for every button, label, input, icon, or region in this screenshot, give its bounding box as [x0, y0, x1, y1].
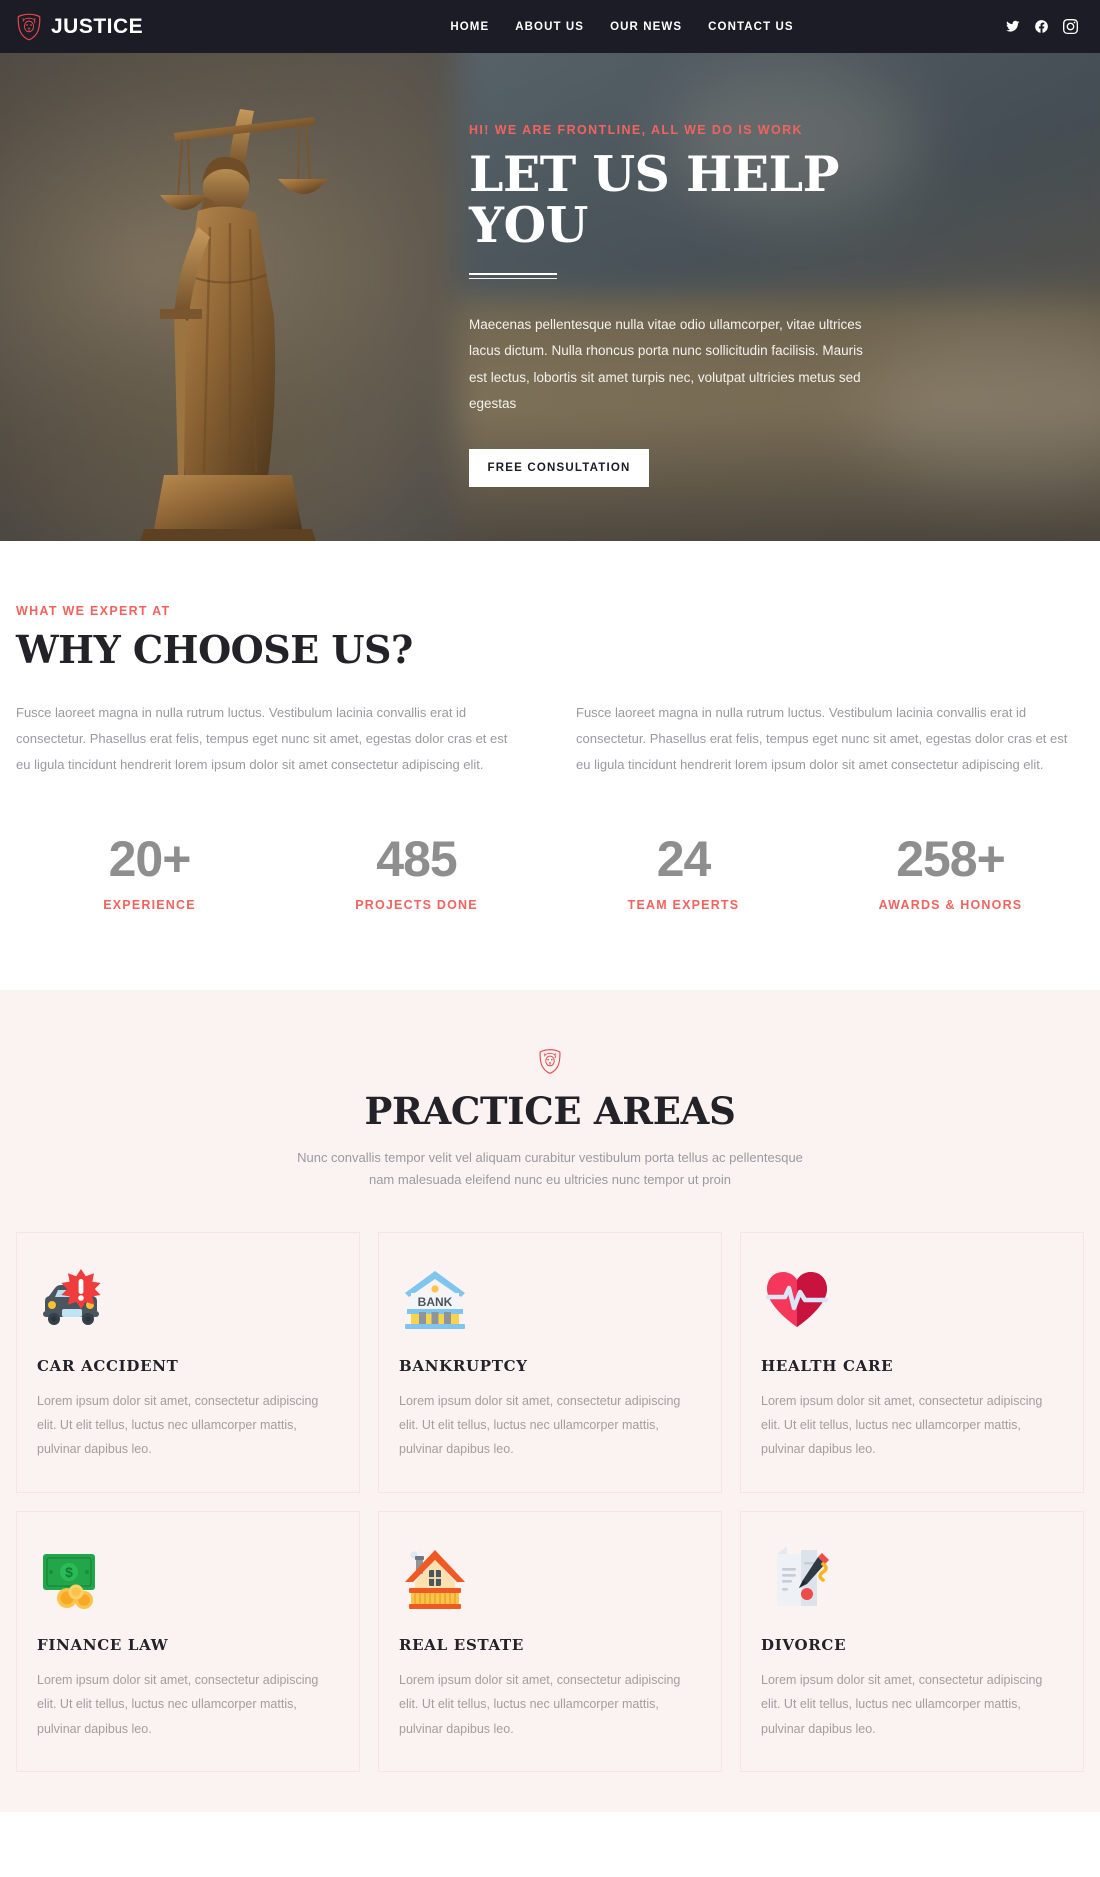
- hero-paragraph: Maecenas pellentesque nulla vitae odio u…: [469, 317, 863, 412]
- stat-team-experts: 24 TEAM EXPERTS: [550, 834, 817, 912]
- why-columns: Fusce laoreet magna in nulla rutrum luct…: [16, 700, 1084, 778]
- stat-label: AWARDS & HONORS: [878, 898, 1023, 912]
- stats-row: 20+ EXPERIENCE 485 PROJECTS DONE 24 TEAM…: [0, 778, 1100, 990]
- stat-experience: 20+ EXPERIENCE: [16, 834, 283, 912]
- brand-logo[interactable]: JUSTICE: [16, 13, 276, 41]
- practice-card-bankruptcy[interactable]: BANK BANKRUPTCY Lorem ipsum dolor sit am…: [378, 1231, 722, 1493]
- hero-content: HI! WE ARE FRONTLINE, ALL WE DO IS WORK …: [469, 53, 899, 541]
- why-title: WHY CHOOSE US?: [16, 627, 413, 672]
- car-accident-icon: [43, 1268, 101, 1325]
- practice-card-title: FINANCE LAW: [37, 1635, 169, 1654]
- practice-cards-grid: CAR ACCIDENT Lorem ipsum dolor sit amet,…: [16, 1231, 1084, 1772]
- brand-name: JUSTICE: [51, 14, 144, 38]
- practice-card-text: Lorem ipsum dolor sit amet, consectetur …: [37, 1393, 319, 1457]
- practice-card-title: CAR ACCIDENT: [37, 1356, 179, 1375]
- twitter-icon[interactable]: [1005, 19, 1020, 34]
- stat-label: TEAM EXPERTS: [627, 898, 740, 912]
- practice-card-title: HEALTH CARE: [761, 1356, 894, 1375]
- nav-item-about-us[interactable]: ABOUT US: [515, 21, 584, 33]
- house-icon: [405, 1549, 465, 1609]
- stat-number: 24: [656, 831, 712, 887]
- stat-number: 20+: [108, 831, 192, 887]
- hero-divider: [469, 272, 557, 280]
- bank-building-icon: BANK: [405, 1270, 465, 1329]
- lion-shield-icon: [17, 13, 41, 40]
- svg-text:$: $: [65, 1564, 73, 1580]
- facebook-icon[interactable]: [1034, 19, 1049, 34]
- stat-awards-honors: 258+ AWARDS & HONORS: [817, 834, 1084, 912]
- page-root: JUSTICE HOME ABOUT US OUR NEWS CONTACT U…: [0, 0, 1100, 1812]
- nav-links: HOME ABOUT US OUR NEWS CONTACT US: [440, 21, 793, 33]
- hero-kicker: HI! WE ARE FRONTLINE, ALL WE DO IS WORK: [469, 122, 803, 137]
- practice-card-title: DIVORCE: [761, 1635, 847, 1654]
- signed-document-icon: [777, 1545, 829, 1606]
- stat-number: 258+: [896, 831, 1006, 887]
- stat-number: 485: [376, 831, 457, 887]
- practice-card-text: Lorem ipsum dolor sit amet, consectetur …: [761, 1393, 1043, 1457]
- practice-card-finance-law[interactable]: $ FINANCE LAW Lorem ipsum dolor sit amet…: [16, 1510, 360, 1772]
- practice-card-text: Lorem ipsum dolor sit amet, consectetur …: [399, 1393, 681, 1457]
- practice-card-text: Lorem ipsum dolor sit amet, consectetur …: [761, 1672, 1043, 1736]
- why-kicker: WHAT WE EXPERT AT: [16, 604, 171, 618]
- nav-item-home[interactable]: HOME: [450, 21, 489, 33]
- heart-pulse-icon: [765, 1271, 829, 1327]
- why-choose-us-section: WHAT WE EXPERT AT WHY CHOOSE US? Fusce l…: [0, 541, 1100, 778]
- stat-label: EXPERIENCE: [103, 898, 196, 912]
- instagram-icon[interactable]: [1062, 19, 1078, 34]
- practice-subtitle: Nunc convallis tempor velit vel aliquam …: [297, 1150, 803, 1188]
- practice-title: PRACTICE AREAS: [364, 1089, 736, 1133]
- nav-item-contact-us[interactable]: CONTACT US: [708, 21, 794, 33]
- practice-card-title: REAL ESTATE: [399, 1635, 525, 1654]
- top-navbar: JUSTICE HOME ABOUT US OUR NEWS CONTACT U…: [0, 0, 1100, 53]
- practice-card-health-care[interactable]: HEALTH CARE Lorem ipsum dolor sit amet, …: [740, 1231, 1084, 1493]
- stat-label: PROJECTS DONE: [355, 898, 478, 912]
- lady-justice-statue-image: [140, 109, 328, 541]
- money-coins-icon: $: [43, 1553, 95, 1609]
- free-consultation-button[interactable]: FREE CONSULTATION: [469, 449, 649, 488]
- why-column-2: Fusce laoreet magna in nulla rutrum luct…: [576, 705, 1068, 772]
- stat-projects-done: 485 PROJECTS DONE: [283, 834, 550, 912]
- lion-shield-icon: [539, 1049, 561, 1074]
- nav-item-our-news[interactable]: OUR NEWS: [610, 21, 682, 33]
- practice-card-car-accident[interactable]: CAR ACCIDENT Lorem ipsum dolor sit amet,…: [16, 1231, 360, 1493]
- why-column-1: Fusce laoreet magna in nulla rutrum luct…: [16, 705, 508, 772]
- hero-section: HI! WE ARE FRONTLINE, ALL WE DO IS WORK …: [0, 53, 1100, 541]
- practice-card-divorce[interactable]: DIVORCE Lorem ipsum dolor sit amet, cons…: [740, 1510, 1084, 1772]
- svg-text:BANK: BANK: [418, 1295, 453, 1309]
- practice-card-real-estate[interactable]: REAL ESTATE Lorem ipsum dolor sit amet, …: [378, 1510, 722, 1772]
- practice-card-title: BANKRUPTCY: [399, 1356, 528, 1375]
- practice-areas-section: PRACTICE AREAS Nunc convallis tempor vel…: [0, 990, 1100, 1812]
- practice-card-text: Lorem ipsum dolor sit amet, consectetur …: [399, 1672, 681, 1736]
- hero-title: LET US HELP YOU: [469, 144, 839, 254]
- practice-card-text: Lorem ipsum dolor sit amet, consectetur …: [37, 1672, 319, 1736]
- social-links: [958, 19, 1078, 34]
